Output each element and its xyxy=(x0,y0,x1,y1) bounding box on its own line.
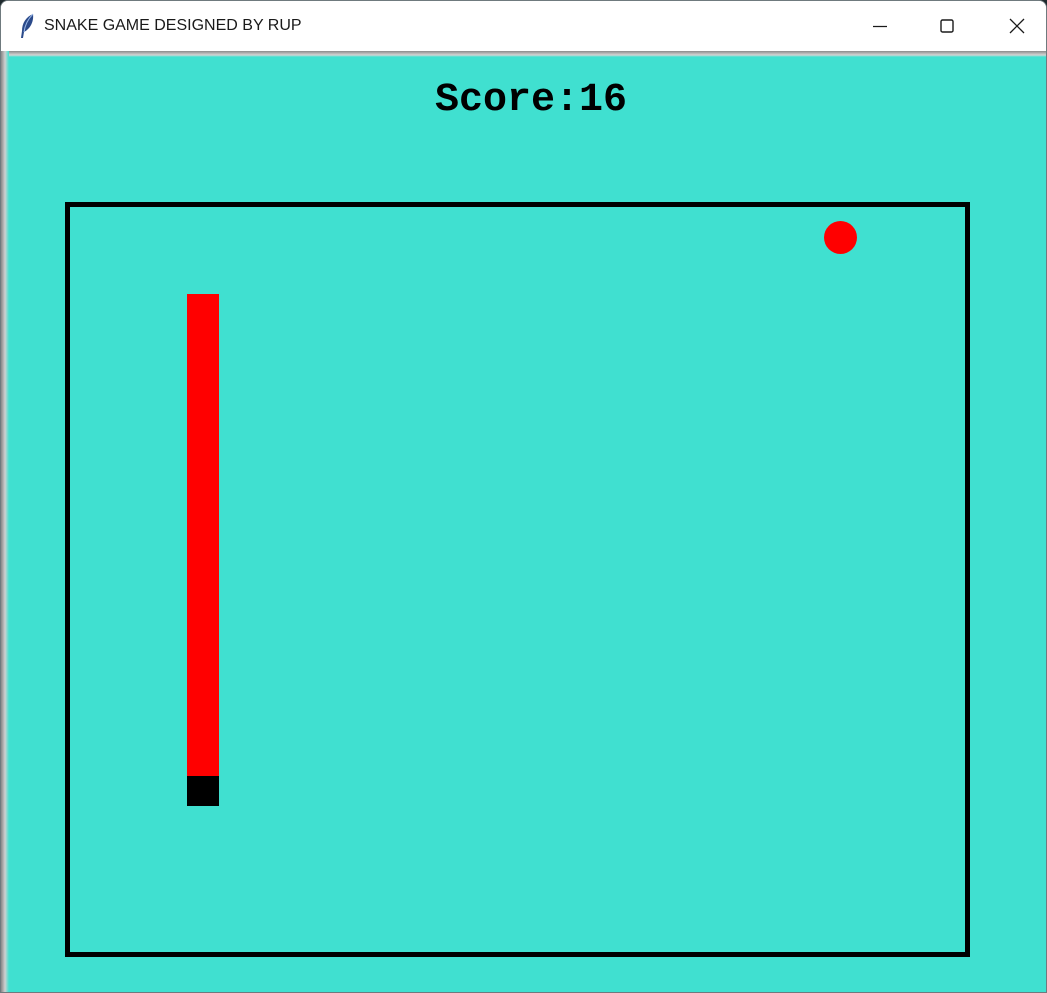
feather-icon xyxy=(18,13,36,39)
canvas-frame-top xyxy=(1,51,1046,57)
snake-head xyxy=(187,776,219,806)
snake-body xyxy=(187,294,219,776)
maximize-button[interactable] xyxy=(912,1,982,51)
game-window: SNAKE GAME DESIGNED BY RUP Score:16 xyxy=(0,0,1047,993)
close-icon xyxy=(1009,18,1025,34)
minimize-icon xyxy=(873,25,887,28)
maximize-icon xyxy=(940,19,954,33)
minimize-button[interactable] xyxy=(845,1,915,51)
canvas-frame-left xyxy=(1,51,9,992)
title-bar[interactable]: SNAKE GAME DESIGNED BY RUP xyxy=(1,1,1046,51)
window-title: SNAKE GAME DESIGNED BY RUP xyxy=(44,17,302,34)
score-label: Score:16 xyxy=(434,78,628,123)
food-dot xyxy=(824,221,857,254)
close-button[interactable] xyxy=(982,1,1046,51)
